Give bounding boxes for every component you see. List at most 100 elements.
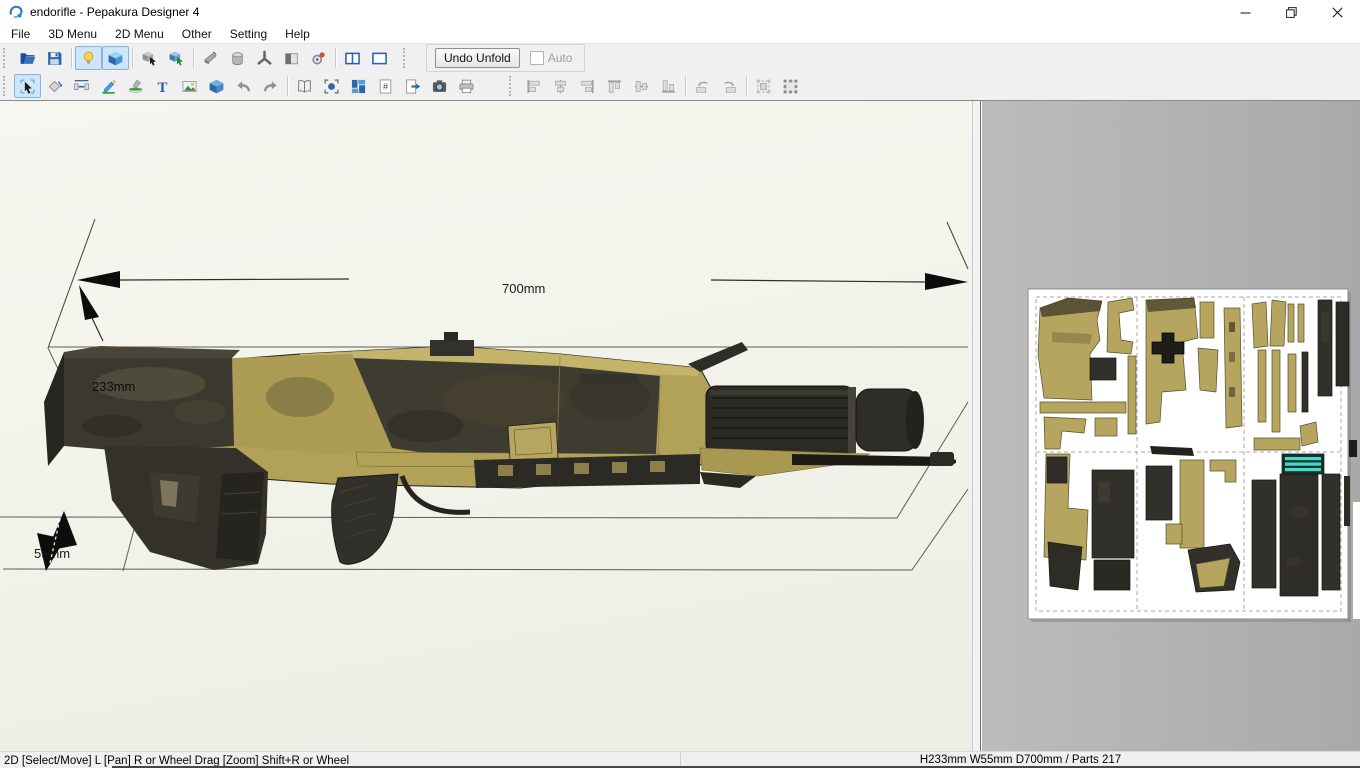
edge-style-button[interactable]	[197, 46, 224, 70]
insert-image-button[interactable]	[176, 74, 203, 98]
restore-button[interactable]	[1268, 0, 1314, 24]
target-icon	[324, 78, 339, 94]
close-button[interactable]	[1314, 0, 1360, 24]
group-icon	[756, 79, 771, 93]
teal-part[interactable]	[1281, 453, 1325, 475]
toolbar-separator	[335, 48, 336, 68]
window-title: endorifle - Pepakura Designer 4	[30, 5, 200, 19]
save-icon	[48, 51, 62, 65]
page-number-icon: #	[379, 78, 392, 94]
align-right-icon	[581, 79, 594, 93]
check-fold-line-button[interactable]	[291, 74, 318, 98]
align-left-button[interactable]	[520, 74, 547, 98]
toolbar-separator	[287, 76, 288, 96]
workspace: 700mm 233mm 55mm	[0, 100, 1360, 751]
depth-dimension-arrow	[37, 511, 77, 571]
move-to-page-button[interactable]	[399, 74, 426, 98]
menu-help[interactable]: Help	[276, 25, 319, 43]
print-button[interactable]	[453, 74, 480, 98]
pepakura-window: endorifle - Pepakura Designer 4 File 3D M…	[0, 0, 1360, 768]
redo-icon	[264, 80, 277, 91]
viewport-2d-canvas	[1027, 288, 1360, 622]
toolbar-grip	[403, 48, 410, 68]
open-file-button[interactable]	[14, 46, 41, 70]
focus-selection-button[interactable]	[318, 74, 345, 98]
align-left-icon	[527, 79, 540, 93]
app-logo-icon	[8, 4, 24, 20]
split-model-button[interactable]	[278, 46, 305, 70]
layout-single-pane-button[interactable]	[366, 46, 393, 70]
minimize-icon	[1240, 11, 1250, 14]
toggle-texture-button[interactable]	[102, 46, 129, 70]
menu-bar: File 3D Menu 2D Menu Other Setting Help	[0, 24, 1360, 43]
textured-cube-icon	[108, 51, 123, 65]
toggle-light-button[interactable]	[75, 46, 102, 70]
toolbar-separator	[193, 48, 194, 68]
menu-setting[interactable]: Setting	[221, 25, 276, 43]
rotation-axis-button[interactable]	[251, 46, 278, 70]
capture-view-button[interactable]	[426, 74, 453, 98]
undo-unfold-button[interactable]: Undo Unfold	[435, 48, 520, 68]
align-middle-vertical-button[interactable]	[628, 74, 655, 98]
insert-text-button[interactable]: T	[149, 74, 176, 98]
view-reset-button[interactable]	[305, 46, 332, 70]
light-bulb-icon	[83, 51, 94, 64]
restore-icon	[1285, 6, 1297, 18]
auto-arrange-button[interactable]	[345, 74, 372, 98]
folder-open-icon	[20, 52, 36, 64]
cylinder-icon	[232, 51, 243, 65]
minimize-button[interactable]	[1222, 0, 1268, 24]
model-endorifle[interactable]	[44, 332, 956, 570]
menu-2d-menu[interactable]: 2D Menu	[106, 25, 173, 43]
rotate-counterclockwise-button[interactable]	[689, 74, 716, 98]
undo-button[interactable]	[230, 74, 257, 98]
rotate-part-button[interactable]	[41, 74, 68, 98]
unfold-toolbar-group: Undo Unfold Auto	[426, 44, 586, 72]
align-center-h-icon	[555, 79, 566, 93]
toolbar-separator	[71, 48, 72, 68]
viewport-3d[interactable]: 700mm 233mm 55mm	[0, 101, 972, 751]
select-3d-button[interactable]	[136, 46, 163, 70]
menu-3d-menu[interactable]: 3D Menu	[39, 25, 106, 43]
pane-splitter[interactable]	[972, 101, 981, 751]
paint-fill-button[interactable]	[122, 74, 149, 98]
smooth-cylinder-button[interactable]	[224, 46, 251, 70]
menu-other[interactable]: Other	[173, 25, 221, 43]
book-icon	[298, 79, 311, 93]
align-top-button[interactable]	[601, 74, 628, 98]
rotate-diamond-icon	[48, 80, 63, 92]
align-bottom-button[interactable]	[655, 74, 682, 98]
viewport-2d[interactable]	[982, 101, 1360, 751]
two-pane-icon	[345, 52, 360, 64]
select-through-3d-button[interactable]	[163, 46, 190, 70]
pencil-icon	[102, 79, 117, 94]
divide-join-parts-button[interactable]	[68, 74, 95, 98]
redo-button[interactable]	[257, 74, 284, 98]
printer-icon	[459, 79, 474, 93]
page-numbering-button[interactable]: #	[372, 74, 399, 98]
toolbar-separator	[685, 76, 686, 96]
ungroup-icon	[783, 79, 798, 93]
half-box-icon	[285, 52, 298, 64]
text-icon: T	[158, 79, 168, 94]
edit-flaps-button[interactable]	[95, 74, 122, 98]
one-pane-icon	[372, 52, 387, 64]
save-file-button[interactable]	[41, 46, 68, 70]
toolbar-separator	[132, 48, 133, 68]
show-corresponding-face-button[interactable]	[203, 74, 230, 98]
cube-select-icon	[142, 51, 156, 66]
auto-checkbox[interactable]	[529, 51, 544, 65]
select-move-button[interactable]	[14, 74, 41, 98]
cube-select-through-icon	[169, 51, 183, 66]
layout-both-panes-button[interactable]	[339, 46, 366, 70]
align-bottom-icon	[661, 79, 676, 93]
align-center-horizontal-button[interactable]	[547, 74, 574, 98]
menu-file[interactable]: File	[2, 25, 39, 43]
toolbar-separator	[746, 76, 747, 96]
rotate-clockwise-button[interactable]	[716, 74, 743, 98]
svg-text:#: #	[383, 81, 388, 91]
align-right-button[interactable]	[574, 74, 601, 98]
group-parts-button[interactable]	[750, 74, 777, 98]
brush-icon	[128, 79, 143, 93]
ungroup-parts-button[interactable]	[777, 74, 804, 98]
